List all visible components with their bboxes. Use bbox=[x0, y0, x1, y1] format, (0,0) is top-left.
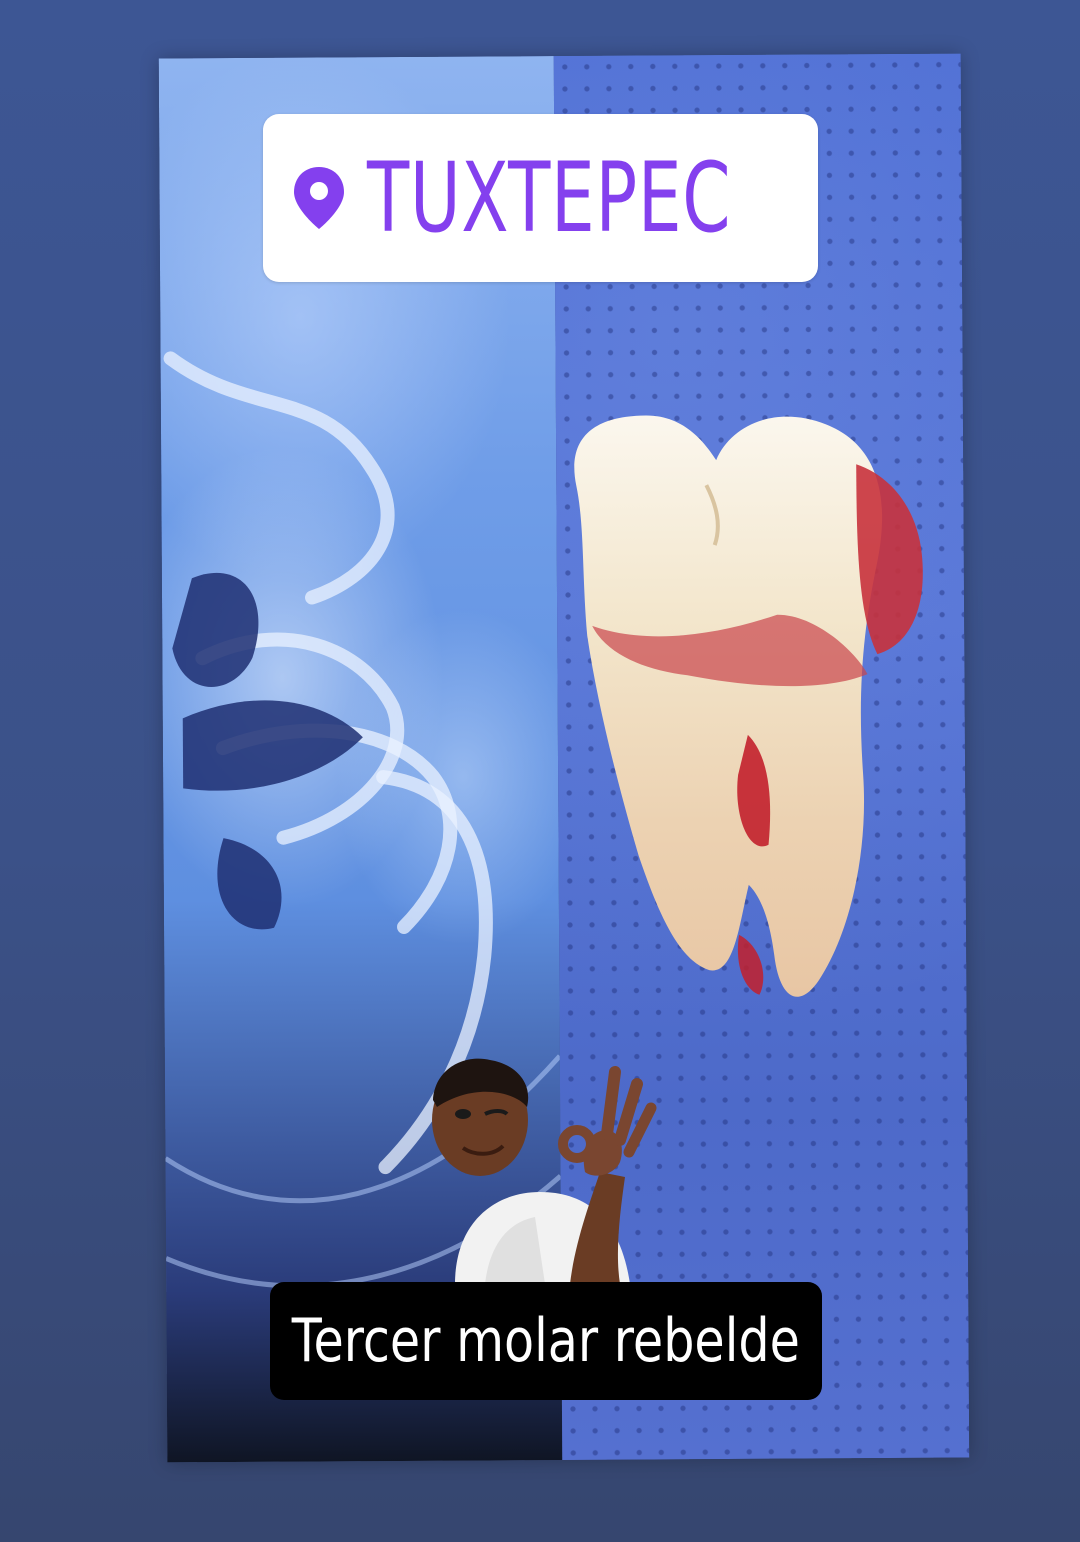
location-sticker[interactable]: TUXTEPEC bbox=[263, 114, 818, 282]
caption-sticker[interactable]: Tercer molar rebelde bbox=[270, 1282, 822, 1400]
location-label: TUXTEPEC bbox=[367, 142, 732, 254]
caption-text: Tercer molar rebelde bbox=[291, 1306, 801, 1376]
location-pin-icon bbox=[294, 167, 344, 229]
cartoon-man-ok-gesture-sticker bbox=[432, 1058, 657, 1284]
